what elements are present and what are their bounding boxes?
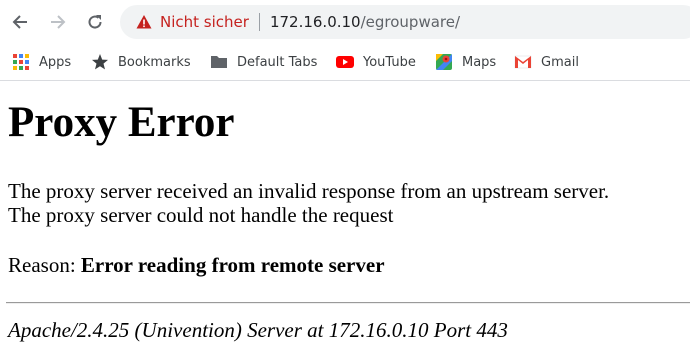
url-host[interactable]: 172.16.0.10 xyxy=(270,13,361,31)
warning-triangle-icon[interactable] xyxy=(136,14,152,30)
bookmark-gmail[interactable]: Gmail xyxy=(514,52,579,72)
youtube-icon xyxy=(336,53,354,71)
omnibox-divider xyxy=(258,13,260,31)
forward-button[interactable] xyxy=(44,8,72,36)
error-message-line-1: The proxy server received an invalid res… xyxy=(8,179,610,203)
forward-arrow-icon xyxy=(51,15,66,29)
star-icon xyxy=(91,53,109,71)
bookmarks-bar: Apps Bookmarks Default Tabs YouTube Maps xyxy=(0,44,690,81)
bookmark-apps[interactable]: Apps xyxy=(12,52,71,72)
divider xyxy=(6,302,690,304)
reason-label: Reason: xyxy=(8,253,76,277)
bookmark-youtube[interactable]: YouTube xyxy=(336,52,416,72)
error-message: The proxy server received an invalid res… xyxy=(8,179,688,227)
bookmark-default-tabs[interactable]: Default Tabs xyxy=(210,52,317,72)
page-content: Proxy Error The proxy server received an… xyxy=(6,81,690,342)
bookmark-label: YouTube xyxy=(363,54,416,70)
reason-text: Error reading from remote server xyxy=(80,253,385,277)
bookmark-label: Apps xyxy=(39,54,72,70)
server-signature: Apache/2.4.25 (Univention) Server at 172… xyxy=(8,318,508,342)
error-message-line-2: The proxy server could not handle the re… xyxy=(8,203,394,227)
address-bar[interactable]: Nicht sicher 172.16.0.10/egroupware/ xyxy=(120,5,690,39)
bookmark-maps[interactable]: Maps xyxy=(435,52,496,72)
back-arrow-icon xyxy=(12,15,27,29)
bookmark-bookmarks[interactable]: Bookmarks xyxy=(91,52,191,72)
bookmark-label: Default Tabs xyxy=(237,54,318,70)
apps-grid-icon xyxy=(12,53,30,71)
folder-icon xyxy=(210,53,228,71)
browser-toolbar: Nicht sicher 172.16.0.10/egroupware/ xyxy=(0,0,690,44)
url-path[interactable]: /egroupware/ xyxy=(361,13,460,31)
back-button[interactable] xyxy=(6,8,34,36)
bookmark-label: Maps xyxy=(462,54,497,70)
maps-icon xyxy=(435,53,453,71)
gmail-icon xyxy=(514,53,532,71)
bookmark-label: Bookmarks xyxy=(118,54,191,70)
bookmark-label: Gmail xyxy=(541,54,579,70)
page-title: Proxy Error xyxy=(8,99,235,146)
error-reason: Reason: Error reading from remote server xyxy=(8,253,688,277)
reload-button[interactable] xyxy=(81,8,109,36)
security-status-label[interactable]: Nicht sicher xyxy=(160,13,249,31)
reload-icon xyxy=(88,15,102,29)
